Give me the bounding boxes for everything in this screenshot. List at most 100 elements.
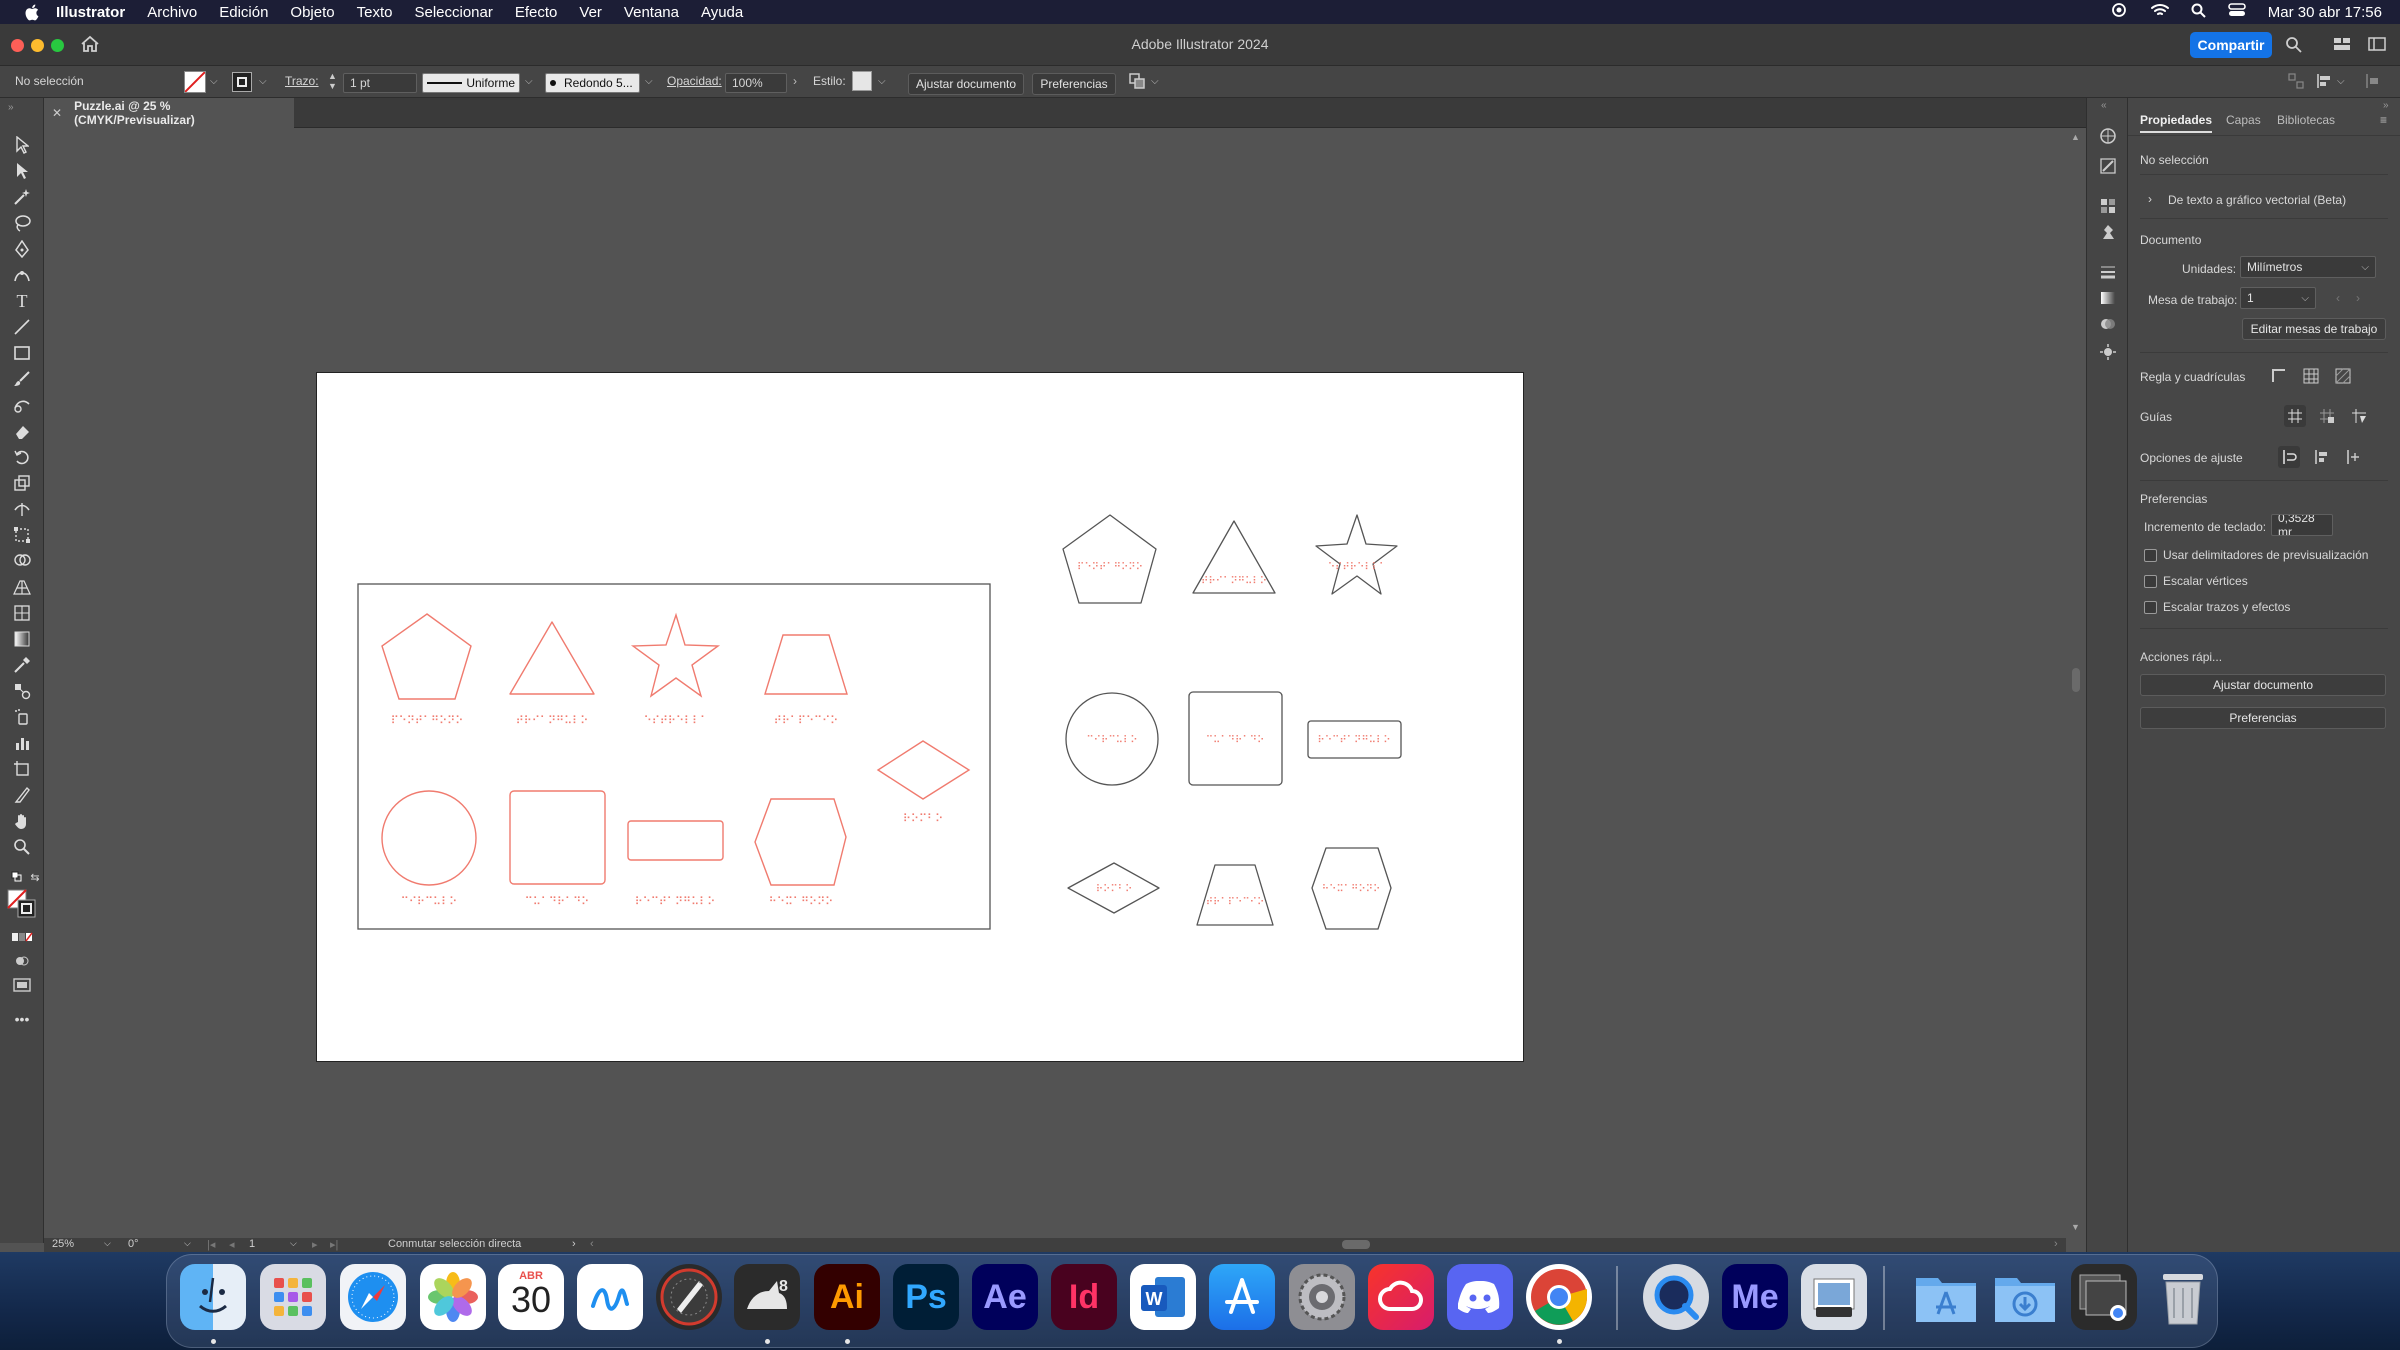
vertical-scroll-thumb[interactable]: [2072, 668, 2080, 692]
apple-icon[interactable]: [22, 4, 40, 21]
artboard-tool-icon[interactable]: [11, 758, 33, 780]
dock-preview-icon[interactable]: [1801, 1264, 1867, 1330]
variable-width-profile-select[interactable]: Uniforme: [422, 73, 520, 93]
fill-swatch[interactable]: [184, 71, 206, 93]
brush-definition-select[interactable]: Redondo 5...: [545, 73, 640, 93]
dock-quicktime-icon[interactable]: [1643, 1264, 1709, 1330]
puzzle-board-frame[interactable]: [357, 583, 991, 930]
units-select[interactable]: Milímetros ⌵: [2240, 256, 2376, 278]
width-tool-icon[interactable]: [11, 498, 33, 520]
menu-edicion[interactable]: Edición: [219, 4, 268, 21]
edit-toolbar-more-icon[interactable]: •••: [11, 1008, 33, 1030]
menu-app-name[interactable]: Illustrator: [56, 4, 125, 21]
scroll-left-icon[interactable]: ‹: [590, 1238, 594, 1250]
stroke-label[interactable]: Trazo:: [285, 74, 319, 88]
smart-guides-icon[interactable]: [2348, 405, 2370, 427]
tab-propiedades[interactable]: Propiedades: [2140, 113, 2213, 133]
wifi-icon[interactable]: [2150, 3, 2169, 21]
artboard-number[interactable]: 1: [249, 1238, 255, 1250]
share-button[interactable]: Compartir: [2190, 32, 2272, 58]
color-guide-icon[interactable]: [2098, 126, 2118, 146]
dock-screenshots-stack-icon[interactable]: [2071, 1264, 2137, 1330]
checkbox-scale-strokes[interactable]: [2144, 601, 2157, 614]
snap-to-point-icon[interactable]: [2278, 446, 2300, 468]
show-guides-icon[interactable]: [2284, 405, 2306, 427]
dock-applications-folder-icon[interactable]: [1913, 1264, 1979, 1330]
dock-protools-icon[interactable]: [656, 1264, 722, 1330]
symbol-sprayer-tool-icon[interactable]: [11, 706, 33, 728]
type-tool-icon[interactable]: T: [11, 290, 33, 312]
menubar-clock[interactable]: Mar 30 abr 17:56: [2268, 4, 2382, 21]
arrange-dropdown-chevron-icon[interactable]: ⌵: [1151, 76, 1159, 87]
dock-indesign-icon[interactable]: Id: [1051, 1264, 1117, 1330]
swap-fill-stroke-icon[interactable]: ⇆: [24, 866, 46, 888]
dock-rhino-icon[interactable]: 8: [734, 1264, 800, 1330]
canvas-area[interactable]: ⠏⠑⠝⠞⠁⠛⠕⠝⠕ ⠞⠗⠊⠁⠝⠛⠥⠇⠕ ⠑⠎⠞⠗⠑⠇⠇⠁ ⠞⠗⠁⠏⠑⠉⠊⠕ ⠗⠕…: [44, 128, 2086, 1238]
free-transform-tool-icon[interactable]: [11, 524, 33, 546]
tab-capas[interactable]: Capas: [2226, 113, 2261, 127]
dock-photoshop-icon[interactable]: Ps: [893, 1264, 959, 1330]
opacity-arrow-icon[interactable]: ›: [793, 74, 797, 88]
gradient-tool-icon[interactable]: [11, 628, 33, 650]
board-slot-pentagon[interactable]: [381, 613, 472, 700]
artboard-dropdown-chevron-icon[interactable]: ⌵: [290, 1238, 297, 1249]
previous-artboard-icon[interactable]: ‹: [2336, 291, 2340, 305]
keyboard-increment-field[interactable]: 0,3528 mr: [2271, 514, 2333, 536]
dock-trash-icon[interactable]: [2150, 1264, 2216, 1330]
selection-tool-icon[interactable]: [11, 134, 33, 156]
profile-dropdown-chevron-icon[interactable]: ⌵: [525, 76, 533, 87]
menu-ver[interactable]: Ver: [579, 4, 602, 21]
last-artboard-icon[interactable]: ▸|: [330, 1238, 338, 1251]
piece-pentagon[interactable]: [1062, 514, 1157, 604]
board-slot-trapezoid[interactable]: [764, 634, 848, 695]
piece-trapezoid[interactable]: [1196, 864, 1274, 926]
menu-ventana[interactable]: Ventana: [624, 4, 679, 21]
align-objects-icon[interactable]: [2288, 73, 2304, 92]
brushes-panel-icon[interactable]: [2098, 156, 2118, 176]
dock-launchpad-icon[interactable]: [260, 1264, 326, 1330]
align-dropdown-chevron-icon[interactable]: ⌵: [2337, 76, 2345, 87]
rulers-icon[interactable]: [2268, 365, 2290, 387]
fill-stroke-indicator[interactable]: [6, 888, 38, 920]
next-artboard-icon[interactable]: ›: [2356, 291, 2360, 305]
curvature-tool-icon[interactable]: [11, 264, 33, 286]
shape-builder-tool-icon[interactable]: [11, 550, 33, 572]
menu-efecto[interactable]: Efecto: [515, 4, 558, 21]
snap-to-pixel-icon[interactable]: [2310, 446, 2332, 468]
board-slot-star[interactable]: [630, 612, 721, 698]
edit-artboards-button[interactable]: Editar mesas de trabajo: [2242, 318, 2386, 340]
brush-dropdown-chevron-icon[interactable]: ⌵: [645, 76, 653, 87]
stroke-weight-field[interactable]: 1 pt: [343, 73, 417, 93]
transparency-panel-icon[interactable]: [2098, 314, 2118, 334]
transparency-grid-icon[interactable]: [2332, 365, 2354, 387]
menu-archivo[interactable]: Archivo: [147, 4, 197, 21]
appearance-panel-icon[interactable]: [2098, 342, 2118, 362]
board-slot-square[interactable]: [509, 790, 606, 885]
rectangle-tool-icon[interactable]: [11, 342, 33, 364]
gradient-panel-icon[interactable]: [2098, 288, 2118, 308]
zoom-level[interactable]: 25%: [52, 1238, 74, 1250]
align-left-icon[interactable]: [2316, 73, 2332, 92]
perspective-grid-tool-icon[interactable]: [11, 576, 33, 598]
graphic-style-swatch[interactable]: [852, 71, 872, 91]
workspace-switcher-icon[interactable]: [2368, 37, 2386, 56]
paintbrush-tool-icon[interactable]: [11, 368, 33, 390]
mesh-tool-icon[interactable]: [11, 602, 33, 624]
eyedropper-tool-icon[interactable]: [11, 654, 33, 676]
screen-mode-icon[interactable]: [11, 974, 33, 996]
search-icon[interactable]: [2285, 36, 2302, 58]
quick-preferences-button[interactable]: Preferencias: [2140, 707, 2386, 729]
vertical-scrollbar[interactable]: ▲ ▼: [2066, 128, 2086, 1238]
scale-tool-icon[interactable]: [11, 472, 33, 494]
document-tab[interactable]: ✕ Puzzle.ai @ 25 % (CMYK/Previsualizar): [44, 98, 294, 128]
slice-tool-icon[interactable]: [11, 784, 33, 806]
zoom-tool-icon[interactable]: [11, 836, 33, 858]
text-to-vector-section[interactable]: De texto a gráfico vectorial (Beta): [2168, 193, 2346, 207]
symbols-panel-icon[interactable]: [2098, 222, 2118, 242]
dock-calendar-icon[interactable]: ABR 30: [498, 1264, 564, 1330]
zoom-dropdown-chevron-icon[interactable]: ⌵: [104, 1238, 111, 1249]
dock-downloads-folder-icon[interactable]: [1992, 1264, 2058, 1330]
menu-ayuda[interactable]: Ayuda: [701, 4, 743, 21]
rotation-dropdown-chevron-icon[interactable]: ⌵: [184, 1238, 191, 1249]
dock-settings-icon[interactable]: [1289, 1264, 1355, 1330]
